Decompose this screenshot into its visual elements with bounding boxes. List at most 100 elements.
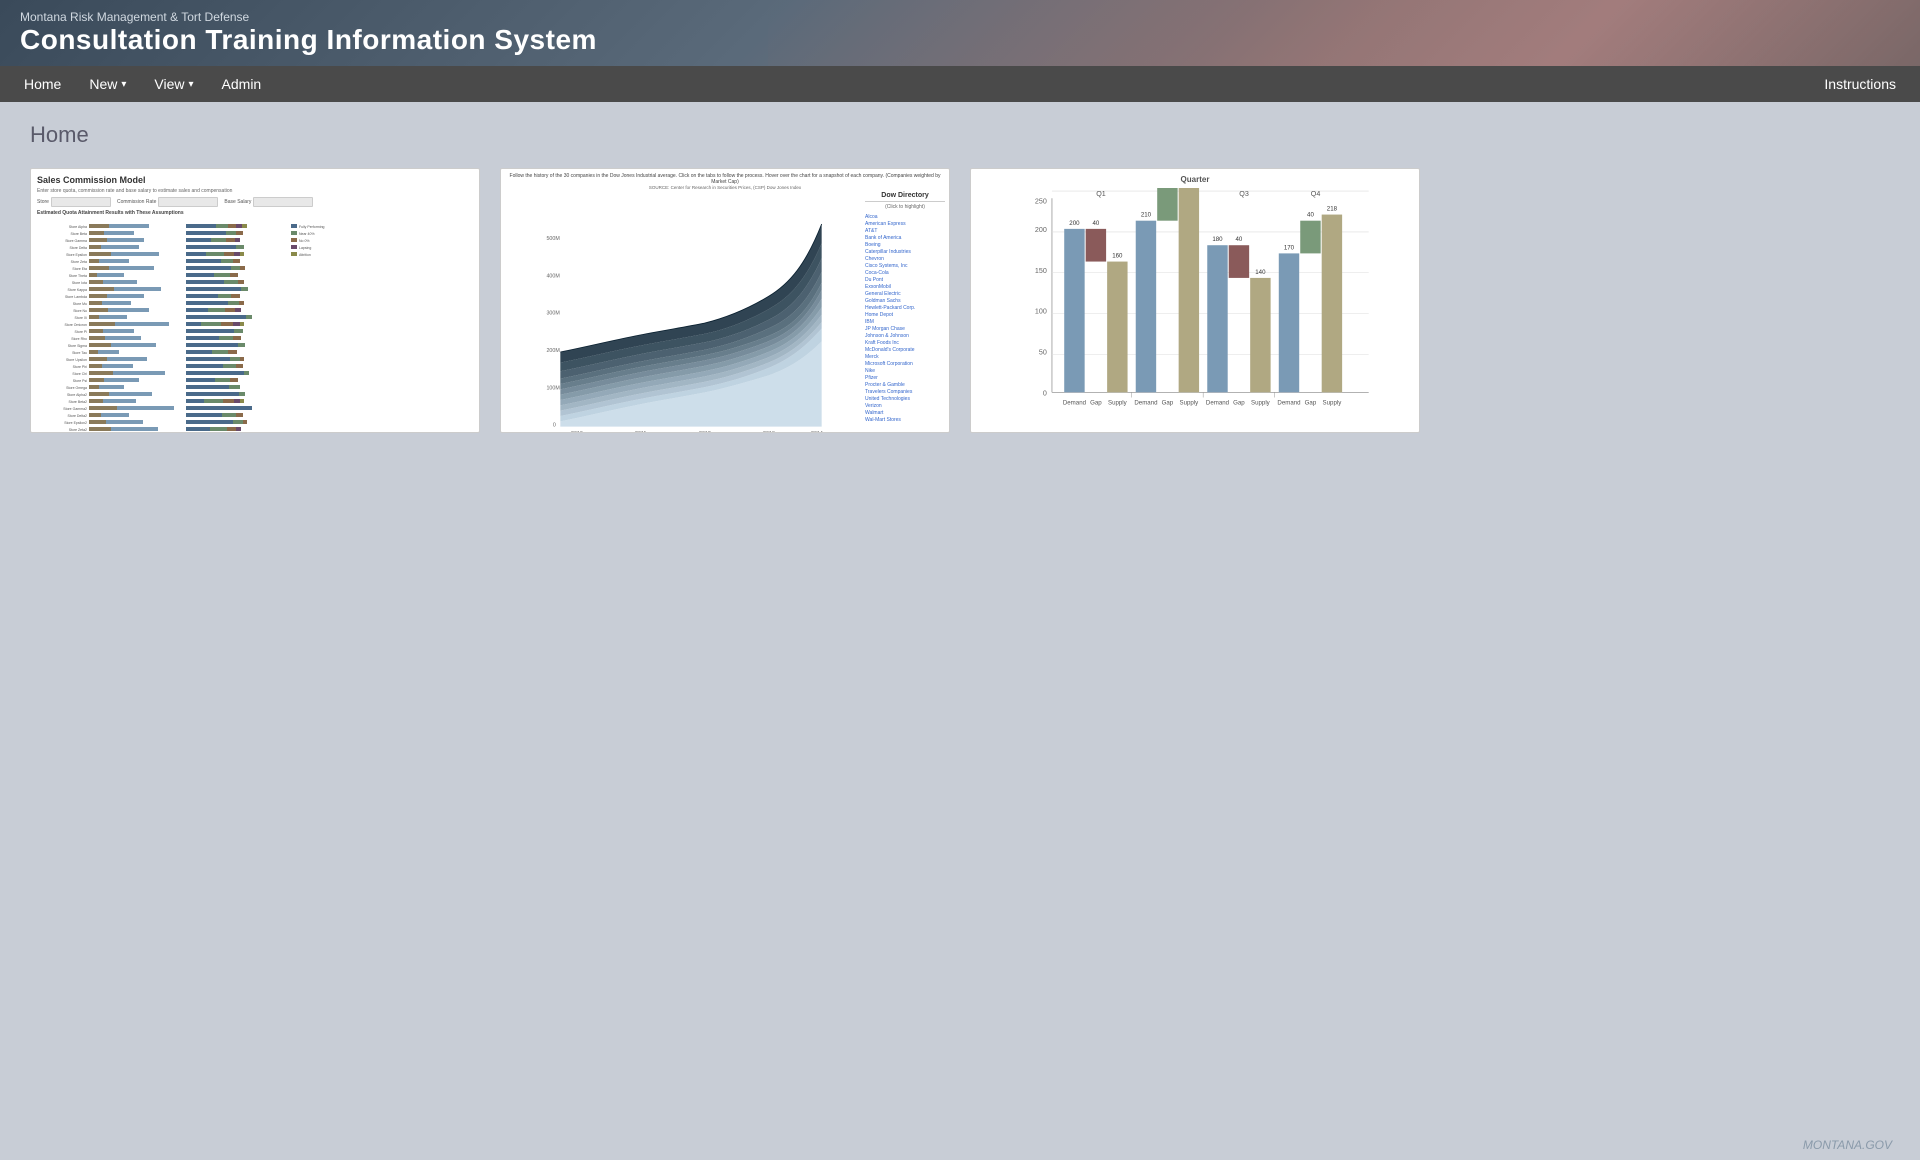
cards-row: Sales Commission Model Enter store quota… (30, 168, 1890, 433)
dow-company-item[interactable]: Kraft Foods Inc (865, 339, 945, 346)
dow-company-item[interactable]: Goldman Sachs (865, 297, 945, 304)
chart1-store-input[interactable] (51, 197, 111, 207)
svg-text:Store Beta2: Store Beta2 (69, 400, 88, 404)
svg-text:Store Rho: Store Rho (71, 337, 87, 341)
svg-text:Store Chi: Store Chi (72, 372, 87, 376)
dow-companies-list: AlcoaAmerican ExpressAT&TBank of America… (865, 213, 945, 423)
chart-dow-jones[interactable]: Follow the history of the 30 companies i… (500, 168, 950, 433)
svg-text:Attrition: Attrition (299, 253, 311, 257)
svg-text:Store Gamma: Store Gamma (65, 239, 87, 243)
dow-company-item[interactable]: Wal-Mart Stores (865, 416, 945, 423)
dow-company-item[interactable]: Johnson & Johnson (865, 332, 945, 339)
nav-home[interactable]: Home (10, 68, 75, 100)
dow-company-item[interactable]: McDonald's Corporate (865, 346, 945, 353)
svg-text:Store Kappa: Store Kappa (68, 288, 88, 292)
svg-text:Supply: Supply (1180, 400, 1200, 407)
svg-text:Store Iota: Store Iota (72, 281, 87, 285)
svg-text:Store Lambda: Store Lambda (65, 295, 87, 299)
svg-text:Store Pi: Store Pi (75, 330, 88, 334)
svg-text:40: 40 (1307, 212, 1314, 219)
dow-company-item[interactable]: ExxonMobil (865, 283, 945, 290)
dow-company-item[interactable]: Du Pont (865, 276, 945, 283)
chart3-title: Quarter (977, 175, 1413, 184)
nav-instructions[interactable]: Instructions (1810, 68, 1910, 100)
svg-text:0: 0 (1043, 389, 1047, 397)
chart1-right-svg: Fully Performing Near 40% No 0% Lapsing … (181, 219, 341, 433)
chart-bar[interactable]: Quarter 0 50 100 150 200 250 (970, 168, 1420, 433)
dow-company-item[interactable]: Travelers Companies (865, 388, 945, 395)
dow-company-item[interactable]: Microsoft Corporation (865, 360, 945, 367)
dow-company-item[interactable]: Cisco Systems, Inc (865, 262, 945, 269)
chart2-header: Follow the history of the 30 companies i… (505, 173, 945, 190)
chart1-salary-input[interactable] (253, 197, 313, 207)
svg-text:Lapsing: Lapsing (299, 246, 311, 250)
svg-text:160: 160 (1112, 252, 1123, 259)
dow-company-item[interactable]: Nike (865, 367, 945, 374)
svg-text:Store Epsilon2: Store Epsilon2 (64, 421, 87, 425)
svg-text:Gap: Gap (1162, 400, 1174, 407)
dow-company-item[interactable]: Verizon (865, 402, 945, 409)
svg-text:210: 210 (1141, 212, 1152, 219)
svg-text:Store Omicron: Store Omicron (64, 323, 87, 327)
footer: MONTANA.GOV (1795, 1130, 1900, 1160)
dow-company-item[interactable]: Pfizer (865, 374, 945, 381)
svg-text:0: 0 (553, 423, 556, 429)
dow-company-item[interactable]: Hewlett-Packard Corp. (865, 304, 945, 311)
nav-admin[interactable]: Admin (208, 68, 276, 100)
svg-text:Store Alpha2: Store Alpha2 (67, 393, 87, 397)
svg-text:2012: 2012 (699, 431, 711, 432)
svg-text:500M: 500M (546, 236, 559, 242)
svg-text:Store Tau: Store Tau (72, 351, 87, 355)
chart1-left-svg: Store Alpha Store Beta Store Gamma Store… (37, 219, 177, 433)
dow-company-item[interactable]: Coca-Cola (865, 269, 945, 276)
dow-company-item[interactable]: American Express (865, 220, 945, 227)
chart1-right: Fully Performing Near 40% No 0% Lapsing … (181, 219, 473, 433)
main-content: Home Sales Commission Model Enter store … (0, 102, 1920, 453)
svg-text:Store Mu: Store Mu (73, 302, 87, 306)
svg-text:150: 150 (1035, 267, 1047, 275)
dow-company-item[interactable]: Chevron (865, 255, 945, 262)
svg-text:2011: 2011 (635, 431, 646, 432)
svg-text:170: 170 (1284, 244, 1295, 251)
dow-company-item[interactable]: Merck (865, 353, 945, 360)
dow-company-item[interactable]: General Electric (865, 290, 945, 297)
svg-text:Store Nu: Store Nu (73, 309, 87, 313)
dow-company-item[interactable]: United Technologies (865, 395, 945, 402)
svg-text:Store Epsilon: Store Epsilon (66, 253, 87, 257)
page-title: Home (30, 122, 1890, 148)
chart1-controls: Store Commission Rate Base Salary (37, 197, 473, 207)
dow-company-item[interactable]: IBM (865, 318, 945, 325)
svg-text:250: 250 (1035, 197, 1047, 205)
svg-text:2013: 2013 (763, 431, 775, 432)
chart2-sidebar-title: Dow Directory (865, 192, 945, 202)
dow-company-item[interactable]: JP Morgan Chase (865, 325, 945, 332)
chart2-sidebar-subtitle: (Click to highlight) (865, 204, 945, 210)
chart1-subtitle: Estimated Quota Attainment Results with … (37, 210, 473, 216)
svg-text:180: 180 (1212, 236, 1223, 243)
svg-text:Store Zeta2: Store Zeta2 (69, 428, 87, 432)
svg-text:100M: 100M (546, 385, 559, 391)
svg-text:200: 200 (1069, 220, 1080, 227)
svg-text:Fully Performing: Fully Performing (299, 225, 325, 229)
nav-new[interactable]: New ▾ (75, 68, 140, 100)
svg-text:Supply: Supply (1108, 400, 1128, 407)
dow-company-item[interactable]: Boeing (865, 241, 945, 248)
chart1-commission-input[interactable] (158, 197, 218, 207)
dow-company-item[interactable]: Procter & Gamble (865, 381, 945, 388)
chart2-sidebar: Dow Directory (Click to highlight) Alcoa… (865, 192, 945, 432)
dow-company-item[interactable]: Home Depot (865, 311, 945, 318)
chart1-title: Sales Commission Model (37, 175, 473, 185)
svg-text:400M: 400M (546, 273, 559, 279)
dow-company-item[interactable]: AT&T (865, 227, 945, 234)
svg-text:Near 40%: Near 40% (299, 232, 315, 236)
svg-text:Store Theta: Store Theta (69, 274, 87, 278)
svg-text:Supply: Supply (1323, 400, 1343, 407)
dow-company-item[interactable]: Bank of America (865, 234, 945, 241)
svg-text:200: 200 (1035, 226, 1047, 234)
dow-company-item[interactable]: Walmart (865, 409, 945, 416)
nav-view[interactable]: View ▾ (140, 68, 207, 100)
dow-company-item[interactable]: Alcoa (865, 213, 945, 220)
chart-sales-commission[interactable]: Sales Commission Model Enter store quota… (30, 168, 480, 433)
chart2-area-svg: 0 100M 200M 300M 400M 500M 2010 2011 201… (505, 192, 861, 432)
dow-company-item[interactable]: Caterpillar Industries (865, 248, 945, 255)
